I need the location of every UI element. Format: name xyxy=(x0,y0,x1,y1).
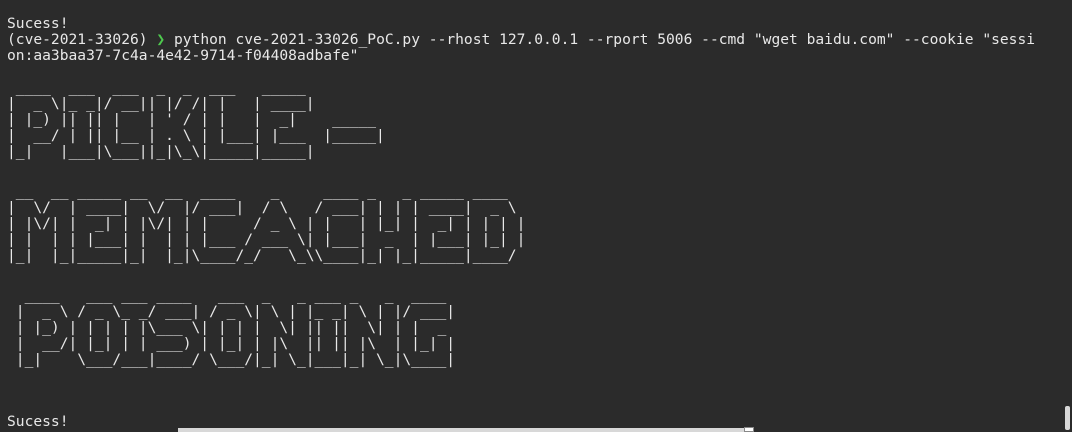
ascii-banner-pickle: ____ ___ ___ _ _ ___ _____ | _ \|_ _|/ _… xyxy=(7,79,385,160)
command-text: python cve-2021-33026_PoC.py --rhost 127… xyxy=(173,31,1036,48)
horizontal-scrollbar-track[interactable] xyxy=(178,428,754,432)
vertical-scrollbar-thumb[interactable] xyxy=(1065,406,1070,430)
terminal-window[interactable]: Sucess! (cve-2021-33026) ❯ python cve-20… xyxy=(0,0,1072,432)
horizontal-scrollbar-knob[interactable] xyxy=(744,427,754,432)
status-message-bottom: Sucess! xyxy=(7,413,69,430)
prompt-arrow-icon: ❯ xyxy=(156,31,166,48)
command-continuation: on:aa3baa37-7c4a-4e42-9714-f04408adbafe" xyxy=(7,47,359,64)
command-prompt-line: (cve-2021-33026) ❯ python cve-2021-33026… xyxy=(7,32,1072,48)
venv-label: (cve-2021-33026) xyxy=(7,31,148,48)
ascii-banner-poisoning: ____ ___ ___ ____ ___ _ _ ___ _ _ ____ |… xyxy=(15,287,456,368)
status-message-top: Sucess! xyxy=(7,15,69,32)
ascii-banner-memcached: __ __ _____ __ __ ____ _ ____ _ _ _____ … xyxy=(7,183,526,264)
